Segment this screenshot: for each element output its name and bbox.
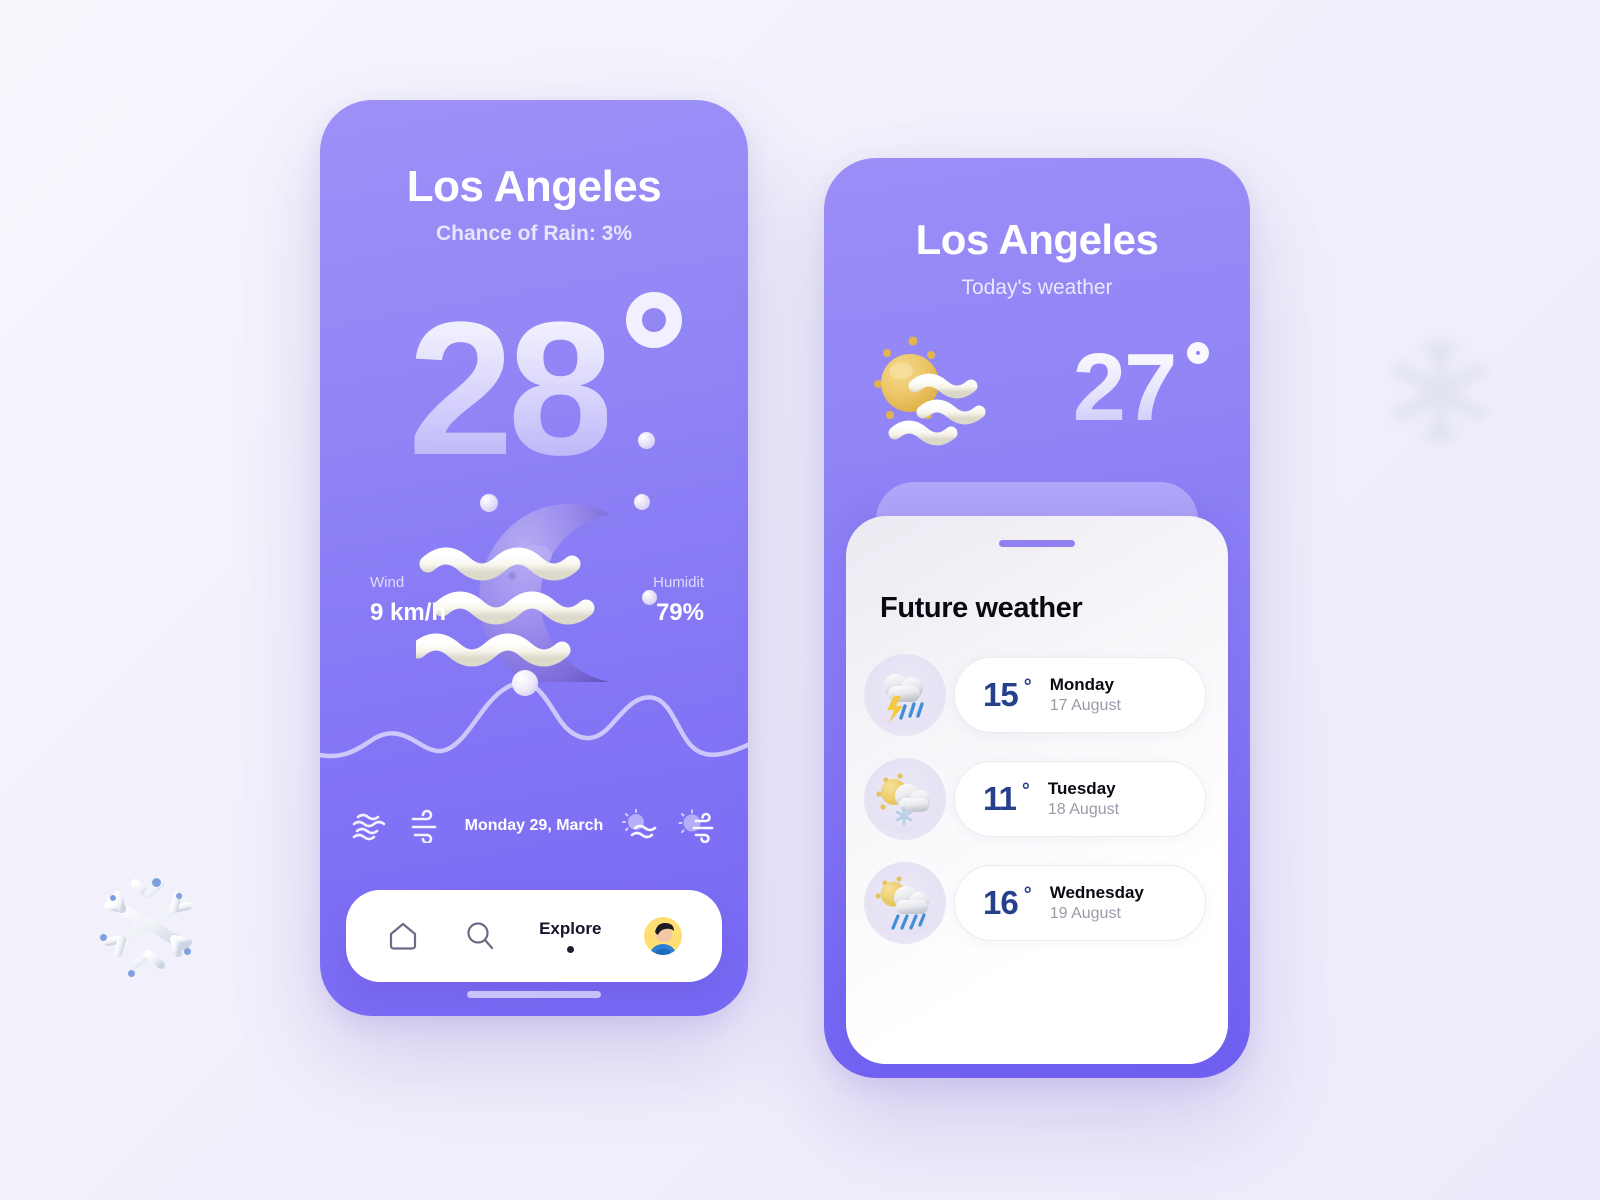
forecast-day: Wednesday — [1049, 883, 1144, 902]
nav-profile[interactable] — [644, 917, 682, 955]
degree-symbol-icon: ° — [1023, 676, 1032, 698]
day-strip: Monday 29, March — [320, 796, 748, 856]
sun-cloud-rain-icon — [864, 862, 946, 944]
sun-cloud-snow-icon — [864, 758, 946, 840]
sheet-title: Future weather — [880, 592, 1083, 624]
humidity-value: 79% — [655, 599, 704, 626]
humidity-stat: Humidit 79% — [653, 574, 704, 627]
active-indicator-dot — [566, 946, 574, 953]
forecast-date: 19 August — [1049, 905, 1121, 922]
page-title-city: Los Angeles — [406, 162, 662, 211]
todays-weather-label: Today's weather — [961, 276, 1113, 299]
wind-label: Wind — [370, 574, 405, 591]
home-indicator — [467, 991, 601, 998]
thunderstorm-rain-icon — [864, 654, 946, 736]
future-weather-sheet: Future weather 15 ° Monday 17 August 11 … — [846, 516, 1228, 1064]
nav-explore[interactable]: Explore — [539, 919, 601, 953]
fog-icon[interactable] — [350, 809, 390, 843]
nav-home[interactable] — [386, 919, 420, 953]
nav-search[interactable] — [463, 919, 497, 953]
forecast-day: Tuesday — [1047, 779, 1116, 798]
degree-symbol-icon — [1187, 342, 1210, 364]
humidity-label: Humidit — [653, 574, 704, 591]
list-item[interactable]: 15 ° Monday 17 August — [864, 654, 1206, 736]
forecast-temperature: 15 — [983, 676, 1019, 713]
explore-label: Explore — [539, 919, 602, 938]
temperature-wave-chart — [320, 670, 748, 759]
forecast-day: Monday — [1049, 675, 1114, 694]
forecast-card[interactable]: 15 ° Monday 17 August — [954, 657, 1206, 733]
search-icon — [466, 922, 493, 950]
forecast-card[interactable]: 11 ° Tuesday 18 August — [954, 761, 1206, 837]
degree-symbol-icon: ° — [1021, 780, 1030, 802]
wind-value: 9 km/h — [370, 599, 447, 626]
avatar — [644, 917, 682, 955]
today-summary: 27 — [824, 328, 1250, 448]
list-item[interactable]: 11 ° Tuesday 18 August — [864, 758, 1206, 840]
forecast-list: 15 ° Monday 17 August 11 ° Tuesday 18 Au… — [864, 654, 1206, 966]
snowflake-decoration-right — [1356, 308, 1524, 476]
bubble-decoration — [638, 432, 655, 449]
drag-handle[interactable] — [999, 540, 1075, 547]
home-icon — [389, 922, 417, 950]
current-temperature: 27 — [1072, 334, 1178, 441]
wind-icon[interactable] — [407, 809, 447, 843]
current-temperature: 28 — [408, 283, 613, 495]
list-item[interactable]: 16 ° Wednesday 19 August — [864, 862, 1206, 944]
degree-symbol-icon: ° — [1023, 884, 1032, 906]
crescent-moon-fog-icon — [409, 492, 656, 693]
chance-of-rain-label: Chance of Rain: 3% — [435, 222, 633, 245]
forecast-temperature: 16 — [983, 884, 1019, 921]
sun-fog-icon[interactable] — [621, 809, 661, 843]
sun-wind-icon[interactable] — [678, 809, 718, 843]
phone-screen-forecast: Los Angeles Today's weather 27 Future we… — [824, 158, 1250, 1078]
degree-symbol-icon — [626, 292, 682, 348]
forecast-date: 18 August — [1047, 801, 1120, 818]
page-title-city: Los Angeles — [915, 216, 1159, 263]
current-date: Monday 29, March — [464, 817, 604, 834]
forecast-card[interactable]: 16 ° Wednesday 19 August — [954, 865, 1206, 941]
sun-fog-icon — [873, 336, 986, 446]
forecast-temperature: 11 — [983, 780, 1017, 817]
phone-screen-today: Los Angeles Chance of Rain: 3% 28 Wind 9… — [320, 100, 748, 1016]
bottom-navigation-bar: Explore — [346, 890, 722, 982]
forecast-date: 17 August — [1049, 697, 1121, 714]
snowflake-decoration-left — [72, 848, 224, 1000]
wind-stat: Wind 9 km/h — [370, 574, 446, 627]
